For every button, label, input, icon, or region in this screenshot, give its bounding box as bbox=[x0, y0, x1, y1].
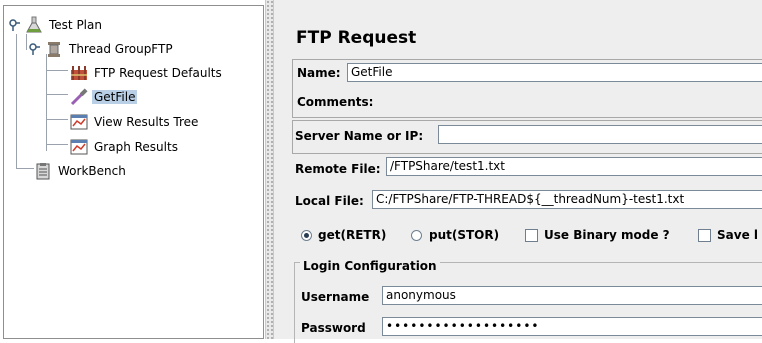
remote-file-label: Remote File: bbox=[295, 162, 381, 176]
local-file-label: Local File: bbox=[295, 194, 364, 208]
comments-label: Comments: bbox=[297, 95, 374, 109]
binary-mode-label[interactable]: Use Binary mode ? bbox=[544, 228, 670, 242]
tree-item-graph-results[interactable]: Graph Results bbox=[70, 138, 180, 156]
page-title: FTP Request bbox=[296, 28, 417, 48]
get-retr-label[interactable]: get(RETR) bbox=[318, 228, 386, 242]
tree-item-label: Graph Results bbox=[94, 140, 178, 154]
put-stor-radio[interactable] bbox=[411, 230, 422, 241]
tree-item-label: FTP Request Defaults bbox=[94, 66, 222, 80]
clipboard-icon bbox=[34, 162, 52, 180]
flask-icon bbox=[25, 16, 43, 34]
expand-toggle-icon[interactable] bbox=[29, 42, 41, 56]
password-label: Password bbox=[301, 321, 366, 335]
tree-item-label: GetFile bbox=[92, 90, 138, 104]
tree-connector bbox=[16, 34, 17, 169]
tree-connector bbox=[46, 119, 68, 120]
remote-file-input[interactable]: /FTPShare/test1.txt bbox=[386, 157, 762, 176]
tree-item-test-plan[interactable]: Test Plan bbox=[9, 16, 104, 34]
tree-item-label: Thread GroupFTP bbox=[69, 42, 173, 56]
get-retr-radio[interactable] bbox=[301, 230, 312, 241]
tree-connector bbox=[16, 168, 34, 169]
tree-connector bbox=[46, 70, 68, 71]
ftp-request-panel: FTP Request Name: GetFile Comments: Serv… bbox=[274, 0, 762, 343]
username-input[interactable]: anonymous bbox=[382, 286, 762, 305]
chart-icon bbox=[70, 113, 88, 131]
save-label[interactable]: Save l bbox=[717, 228, 758, 242]
server-label: Server Name or IP: bbox=[295, 129, 424, 143]
tree-item-getfile[interactable]: GetFile bbox=[70, 88, 138, 106]
tree-item-workbench[interactable]: WorkBench bbox=[34, 162, 128, 180]
local-file-input[interactable]: C:/FTPShare/FTP-THREAD${__threadNum}-tes… bbox=[372, 190, 762, 209]
put-stor-label[interactable]: put(STOR) bbox=[429, 228, 499, 242]
test-plan-tree[interactable]: Test Plan Thread GroupFTP FTP Request De… bbox=[3, 5, 264, 339]
tree-item-label: View Results Tree bbox=[94, 115, 199, 129]
tree-connector bbox=[46, 144, 68, 145]
tree-item-label: Test Plan bbox=[49, 18, 102, 32]
defaults-icon bbox=[70, 64, 88, 82]
tree-item-view-results-tree[interactable]: View Results Tree bbox=[70, 113, 200, 131]
jmeter-window: Test Plan Thread GroupFTP FTP Request De… bbox=[0, 0, 762, 343]
binary-mode-checkbox[interactable] bbox=[525, 229, 538, 242]
spool-icon bbox=[45, 40, 63, 58]
dropper-icon bbox=[70, 88, 88, 106]
tree-connector bbox=[26, 34, 27, 50]
tree-item-thread-group[interactable]: Thread GroupFTP bbox=[29, 40, 175, 58]
login-configuration-legend: Login Configuration bbox=[300, 259, 440, 273]
tree-connector bbox=[46, 94, 68, 95]
server-input[interactable] bbox=[438, 125, 762, 144]
tree-item-ftp-request-defaults[interactable]: FTP Request Defaults bbox=[70, 64, 224, 82]
tree-connector bbox=[46, 54, 47, 151]
password-input[interactable]: ••••••••••••••••••• bbox=[382, 317, 762, 336]
name-label: Name: bbox=[297, 66, 341, 80]
chart-icon bbox=[70, 138, 88, 156]
name-input[interactable]: GetFile bbox=[347, 63, 762, 82]
tree-item-label: WorkBench bbox=[58, 164, 126, 178]
pane-splitter[interactable] bbox=[265, 0, 274, 339]
save-checkbox[interactable] bbox=[698, 229, 711, 242]
expand-toggle-icon[interactable] bbox=[9, 18, 21, 32]
username-label: Username bbox=[301, 290, 370, 304]
